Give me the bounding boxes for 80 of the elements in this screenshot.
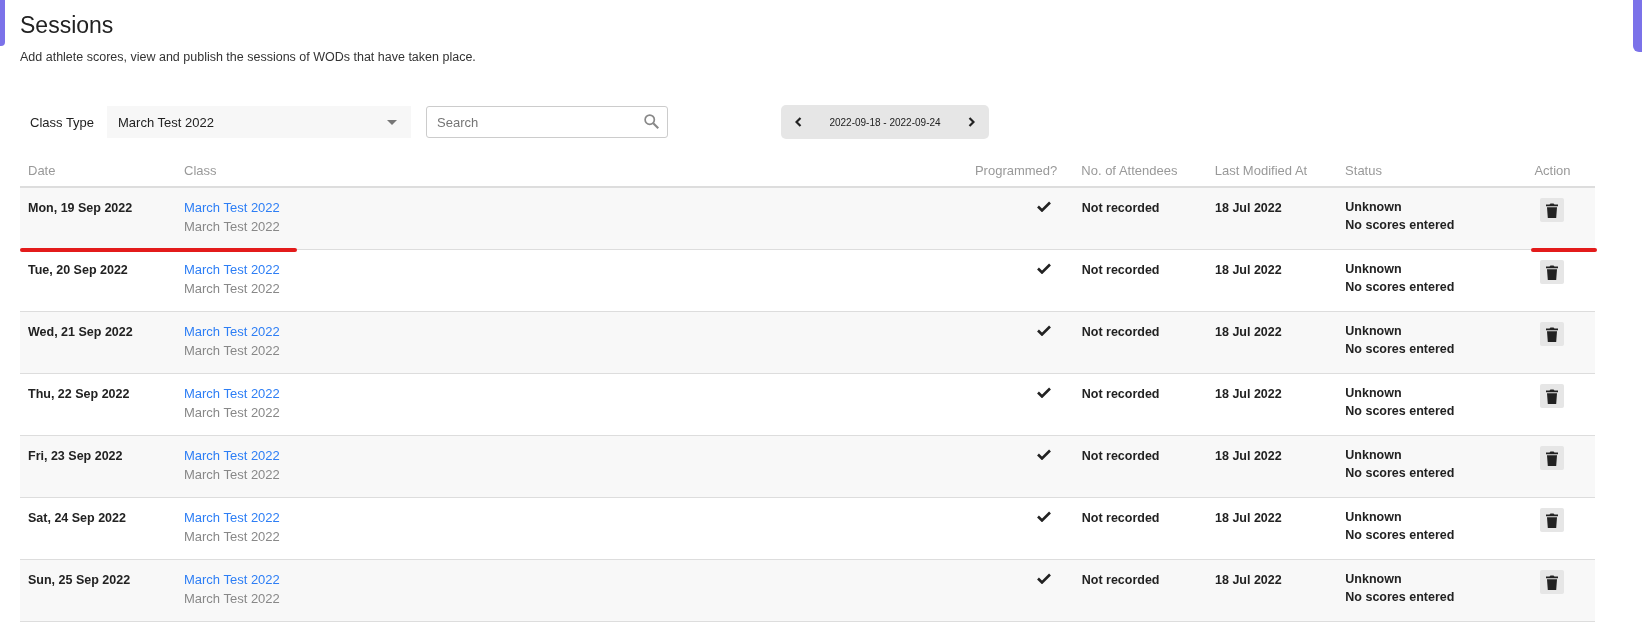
class-link[interactable]: March Test 2022: [183, 572, 886, 587]
column-header: Programmed?: [974, 163, 1058, 178]
scores-status-text: No scores entered: [1345, 218, 1456, 232]
modified-date-cell: 18 Jul 2022: [1215, 325, 1282, 339]
delete-button[interactable]: [1540, 198, 1565, 222]
delete-button[interactable]: [1540, 322, 1565, 346]
week-range: 2022-09-18 - 2022-09-24: [829, 116, 941, 128]
modified-date-cell: 18 Jul 2022: [1215, 201, 1282, 215]
attendees-cell: Not recorded: [1081, 263, 1160, 277]
attendees-cell: Not recorded: [1081, 325, 1160, 339]
modified-date-cell: 18 Jul 2022: [1215, 387, 1282, 401]
class-link[interactable]: March Test 2022: [183, 448, 886, 463]
search-icon: [643, 113, 660, 130]
class-link[interactable]: March Test 2022: [183, 510, 886, 525]
dropdown-caret-icon: [387, 119, 397, 125]
delete-button[interactable]: [1540, 570, 1565, 594]
page-title: Sessions: [20, 11, 115, 40]
column-header: Class: [184, 163, 217, 178]
delete-button[interactable]: [1540, 260, 1565, 284]
class-type-text: March Test 2022: [183, 219, 281, 234]
attendees-cell: Not recorded: [1081, 573, 1160, 587]
date-cell: Fri, 23 Sep 2022: [28, 449, 123, 463]
status-text: Unknown: [1345, 200, 1403, 214]
scores-status-text: No scores entered: [1345, 590, 1456, 604]
trash-icon: [1546, 202, 1559, 218]
class-type-text: March Test 2022: [183, 281, 281, 296]
page-subtitle: Add athlete scores, view and publish the sessions of WODs that have taken place.: [20, 50, 477, 64]
scores-status-text: No scores entered: [1345, 280, 1456, 294]
class-type-text: March Test 2022: [183, 405, 281, 420]
status-text: Unknown: [1345, 510, 1403, 524]
modified-date-cell: 18 Jul 2022: [1215, 449, 1282, 463]
delete-button[interactable]: [1540, 384, 1565, 408]
trash-icon: [1546, 388, 1559, 404]
search-field[interactable]: Search: [426, 106, 668, 138]
status-text: Unknown: [1345, 572, 1403, 586]
class-type-text: March Test 2022: [183, 529, 281, 544]
class-type-label: Class Type: [30, 114, 96, 130]
date-cell: Wed, 21 Sep 2022: [28, 325, 133, 339]
chevron-right-icon: [968, 117, 975, 127]
class-link[interactable]: March Test 2022: [183, 324, 886, 339]
modified-date-cell: 18 Jul 2022: [1215, 573, 1282, 587]
trash-icon: [1546, 326, 1559, 342]
scores-status-text: No scores entered: [1345, 466, 1456, 480]
trash-icon: [1546, 264, 1559, 280]
attendees-cell: Not recorded: [1081, 449, 1160, 463]
chevron-left-icon: [795, 117, 802, 127]
class-type-text: March Test 2022: [183, 343, 281, 358]
status-text: Unknown: [1345, 262, 1403, 276]
scores-status-text: No scores entered: [1345, 342, 1456, 356]
status-text: Unknown: [1345, 386, 1403, 400]
scores-status-text: No scores entered: [1345, 528, 1456, 542]
date-cell: Thu, 22 Sep 2022: [28, 387, 130, 401]
trash-icon: [1546, 450, 1559, 466]
date-cell: Sat, 24 Sep 2022: [28, 511, 126, 525]
column-header: Status: [1345, 163, 1382, 178]
date-cell: Mon, 19 Sep 2022: [28, 201, 133, 215]
attendees-cell: Not recorded: [1081, 201, 1160, 215]
attendees-cell: Not recorded: [1081, 511, 1160, 525]
trash-icon: [1546, 574, 1559, 590]
class-type-dropdown[interactable]: March Test 2022: [107, 106, 411, 138]
modified-date-cell: 18 Jul 2022: [1215, 263, 1282, 277]
class-type-text: March Test 2022: [183, 467, 281, 482]
column-header: No. of Attendees: [1081, 163, 1178, 178]
date-cell: Tue, 20 Sep 2022: [28, 263, 128, 277]
class-link[interactable]: March Test 2022: [183, 200, 886, 215]
date-cell: Sun, 25 Sep 2022: [28, 573, 131, 587]
status-text: Unknown: [1345, 324, 1403, 338]
column-header: Action: [1534, 163, 1571, 178]
attendees-cell: Not recorded: [1081, 387, 1160, 401]
class-link[interactable]: March Test 2022: [183, 386, 886, 401]
status-text: Unknown: [1345, 448, 1403, 462]
delete-button[interactable]: [1540, 446, 1565, 470]
column-header: Last Modified At: [1214, 163, 1308, 178]
modified-date-cell: 18 Jul 2022: [1215, 511, 1282, 525]
class-type-text: March Test 2022: [183, 591, 281, 606]
scores-status-text: No scores entered: [1345, 404, 1456, 418]
class-link[interactable]: March Test 2022: [183, 262, 886, 277]
trash-icon: [1546, 512, 1559, 528]
delete-button[interactable]: [1540, 508, 1565, 532]
column-header: Date: [28, 163, 56, 178]
